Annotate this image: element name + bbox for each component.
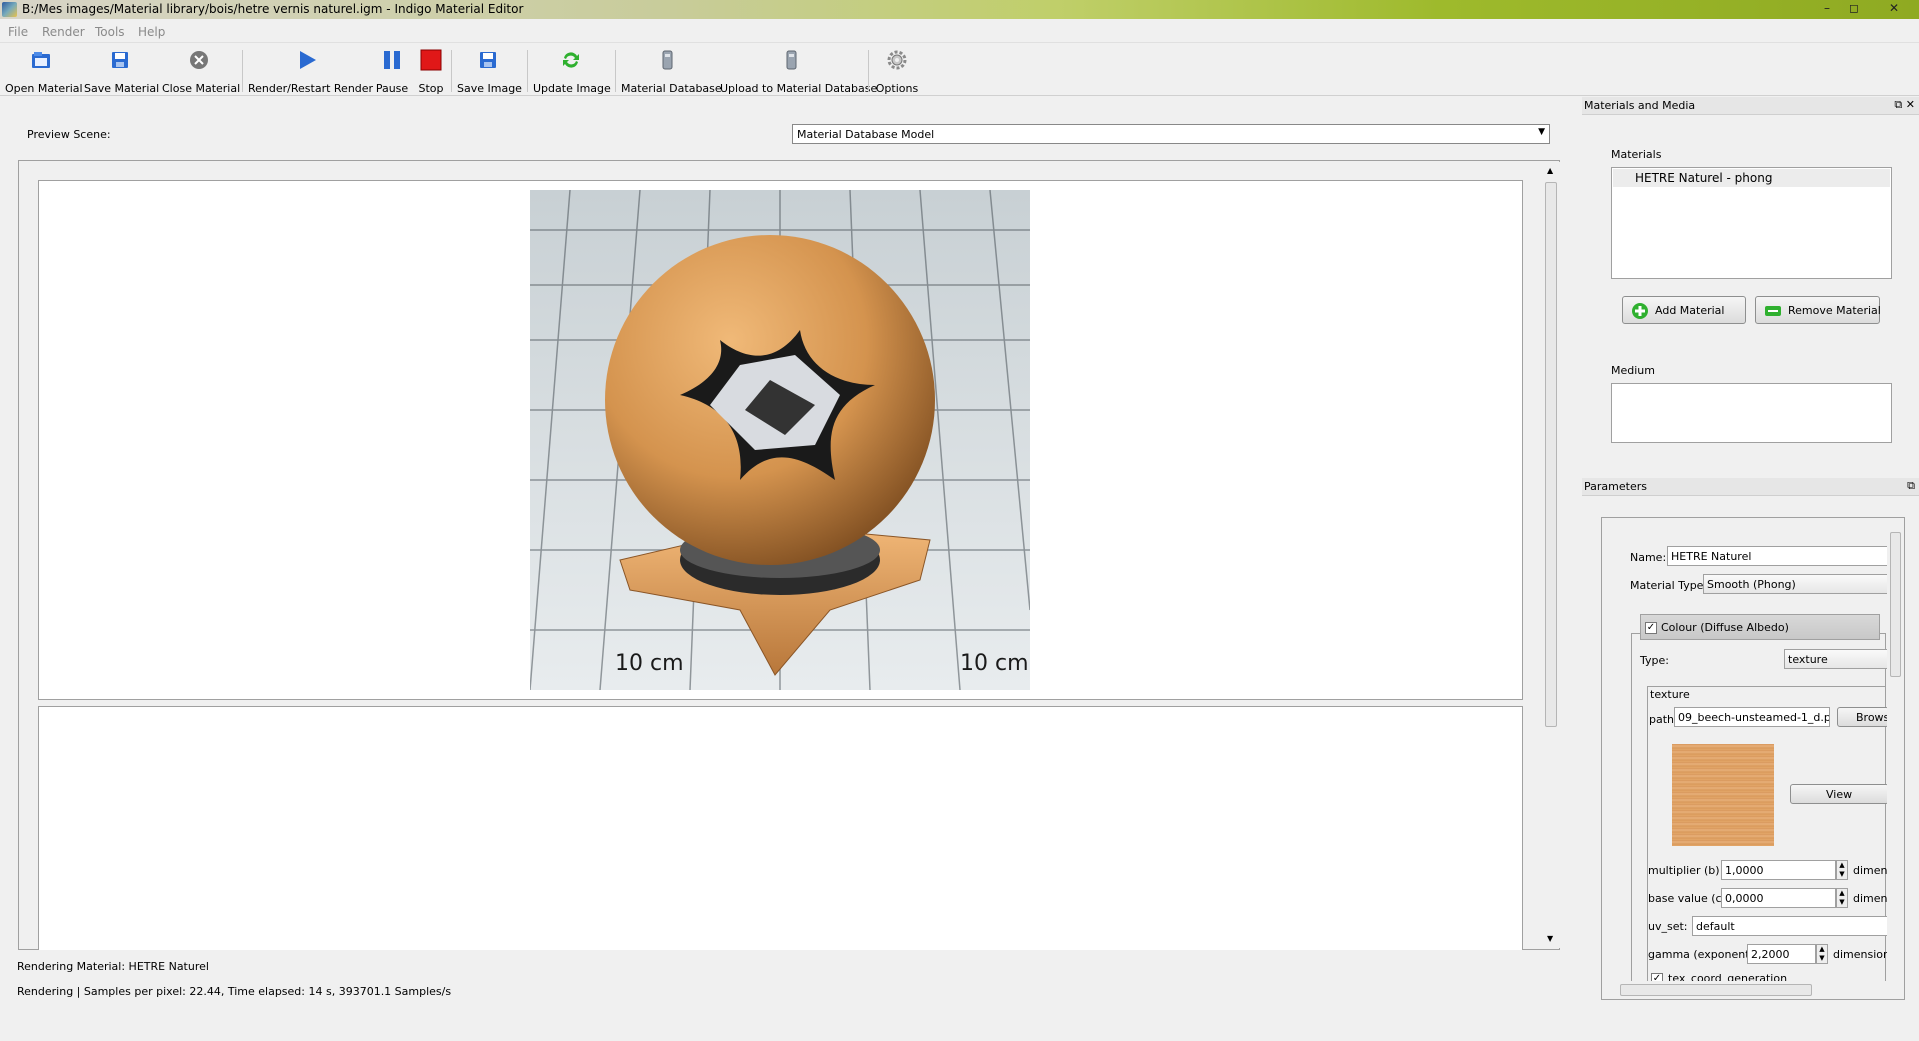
remove-material-button[interactable]: Remove Material bbox=[1755, 296, 1881, 324]
materials-label: Materials bbox=[1611, 148, 1662, 161]
scrollbar-thumb[interactable] bbox=[1620, 984, 1812, 996]
save-icon bbox=[480, 52, 496, 68]
toolbar-separator bbox=[451, 50, 452, 92]
stop-button[interactable]: Stop bbox=[415, 47, 447, 95]
parameters-vscrollbar[interactable] bbox=[1887, 518, 1904, 980]
gamma-label: gamma (exponent) bbox=[1648, 948, 1754, 961]
preview-scene-value: Material Database Model bbox=[797, 128, 935, 141]
parameters-hscrollbar[interactable] bbox=[1602, 981, 1888, 999]
render-canvas-lower bbox=[38, 706, 1523, 950]
scroll-up-icon[interactable]: ▲ bbox=[1547, 166, 1553, 175]
name-label: Name: bbox=[1630, 551, 1667, 564]
preview-scene-label: Preview Scene: bbox=[27, 128, 111, 141]
render-restart-button[interactable]: Render/Restart Render bbox=[248, 47, 373, 95]
materials-list[interactable]: HETRE Naturel - phong bbox=[1611, 167, 1892, 279]
title-bar: B:/Mes images/Material library/bois/hetr… bbox=[0, 0, 1919, 19]
browse-button[interactable]: Brows bbox=[1837, 707, 1889, 727]
remove-icon bbox=[1765, 306, 1781, 316]
toolbar-separator bbox=[868, 50, 869, 92]
upload-icon bbox=[786, 50, 797, 70]
preview-scrollbar[interactable]: ▲ ▼ bbox=[1542, 162, 1560, 948]
medium-label: Medium bbox=[1611, 364, 1655, 377]
add-icon bbox=[1632, 303, 1648, 319]
update-image-button[interactable]: Update Image bbox=[533, 47, 611, 95]
base-value-field[interactable]: 0,0000 bbox=[1721, 888, 1836, 908]
close-circle-icon bbox=[190, 51, 208, 69]
path-label: path bbox=[1649, 713, 1675, 726]
uv-set-label: uv_set: bbox=[1648, 920, 1688, 933]
multiplier-label: multiplier (b) bbox=[1648, 864, 1720, 877]
options-button[interactable]: Options bbox=[874, 47, 920, 95]
menu-tools[interactable]: Tools bbox=[95, 25, 125, 39]
stop-icon bbox=[420, 49, 442, 71]
base-value-spinner[interactable]: ▲ ▼ bbox=[1836, 888, 1848, 908]
dock-float-close-icon[interactable]: ⧉ ✕ bbox=[1894, 98, 1915, 112]
render-stats-status: Rendering | Samples per pixel: 22.44, Ti… bbox=[17, 985, 452, 998]
menu-help[interactable]: Help bbox=[138, 25, 165, 39]
preview-scene-select[interactable]: Material Database Model ▼ bbox=[792, 124, 1550, 144]
pause-icon bbox=[384, 51, 400, 69]
menu-bar: File Render Tools Help bbox=[0, 20, 1919, 43]
pause-button[interactable]: Pause bbox=[373, 47, 411, 95]
rendering-material-status: Rendering Material: HETRE Naturel bbox=[17, 960, 209, 973]
list-item[interactable]: HETRE Naturel - phong bbox=[1613, 169, 1890, 187]
base-value-label: base value (c) bbox=[1648, 892, 1726, 905]
uv-set-field[interactable]: default bbox=[1692, 916, 1889, 936]
materials-dock-title: Materials and Media ⧉ ✕ bbox=[1582, 97, 1919, 115]
close-material-button[interactable]: Close Material bbox=[162, 47, 240, 95]
type-label: Type: bbox=[1640, 654, 1669, 667]
toolbar: Open Material Save Material Close Materi… bbox=[0, 44, 1919, 96]
toolbar-separator bbox=[242, 50, 243, 92]
save-image-button[interactable]: Save Image bbox=[457, 47, 522, 95]
upload-database-button[interactable]: Upload to Material Database bbox=[720, 47, 877, 95]
scrollbar-thumb[interactable] bbox=[1890, 532, 1901, 677]
gear-icon bbox=[887, 50, 907, 70]
refresh-icon bbox=[563, 52, 579, 68]
chevron-down-icon: ▼ bbox=[1538, 127, 1545, 137]
material-database-button[interactable]: Material Database bbox=[621, 47, 722, 95]
texture-label: texture bbox=[1650, 688, 1690, 701]
multiplier-spinner[interactable]: ▲ ▼ bbox=[1836, 860, 1848, 880]
save-icon bbox=[112, 52, 128, 68]
save-material-button[interactable]: Save Material bbox=[84, 47, 159, 95]
tex-coord-row: ✓ tex_coord_generation bbox=[1648, 973, 1888, 981]
tex-coord-label: tex_coord_generation bbox=[1668, 973, 1788, 981]
type-select[interactable]: texture bbox=[1784, 649, 1889, 669]
menu-render[interactable]: Render bbox=[42, 25, 85, 39]
add-material-button[interactable]: Add Material bbox=[1622, 296, 1746, 324]
colour-group-header[interactable]: ✓ Colour (Diffuse Albedo) bbox=[1640, 614, 1880, 640]
dock-float-icon[interactable]: ⧉ bbox=[1907, 479, 1915, 493]
colour-checkbox[interactable]: ✓ bbox=[1645, 622, 1657, 634]
preview-scale-label: 10 cm bbox=[615, 651, 684, 676]
multiplier-field[interactable]: 1,0000 bbox=[1721, 860, 1836, 880]
texture-thumbnail bbox=[1672, 744, 1774, 846]
play-icon bbox=[300, 51, 316, 69]
app-icon bbox=[2, 2, 17, 17]
menu-file[interactable]: File bbox=[8, 25, 28, 39]
gamma-spinner[interactable]: ▲ ▼ bbox=[1816, 944, 1828, 964]
scroll-down-icon[interactable]: ▼ bbox=[1547, 934, 1553, 943]
toolbar-separator bbox=[527, 50, 528, 92]
maximize-button[interactable]: ◻ bbox=[1845, 1, 1863, 17]
preview-scale-label: 10 cm bbox=[960, 651, 1029, 676]
open-material-button[interactable]: Open Material bbox=[5, 47, 83, 95]
material-type-label: Material Type: bbox=[1630, 579, 1708, 592]
scrollbar-thumb[interactable] bbox=[1545, 182, 1557, 727]
minimize-button[interactable]: – bbox=[1818, 1, 1836, 17]
database-icon bbox=[662, 50, 673, 70]
view-texture-button[interactable]: View bbox=[1790, 784, 1889, 804]
medium-list[interactable] bbox=[1611, 383, 1892, 443]
close-window-button[interactable]: ✕ bbox=[1885, 1, 1903, 17]
toolbar-separator bbox=[615, 50, 616, 92]
gamma-field[interactable]: 2,2000 bbox=[1747, 944, 1816, 964]
tex-coord-checkbox[interactable]: ✓ bbox=[1651, 973, 1663, 981]
parameters-dock-title: Parameters ⧉ bbox=[1582, 478, 1919, 496]
rendered-preview-image: 10 cm 10 cm bbox=[530, 190, 1030, 690]
window-title: B:/Mes images/Material library/bois/hetr… bbox=[22, 2, 524, 16]
folder-open-icon bbox=[32, 52, 50, 68]
texture-path-field[interactable]: 09_beech-unsteamed-1_d.png bbox=[1674, 707, 1830, 727]
material-type-select[interactable]: Smooth (Phong) bbox=[1703, 574, 1889, 594]
name-field[interactable]: HETRE Naturel bbox=[1667, 546, 1889, 566]
